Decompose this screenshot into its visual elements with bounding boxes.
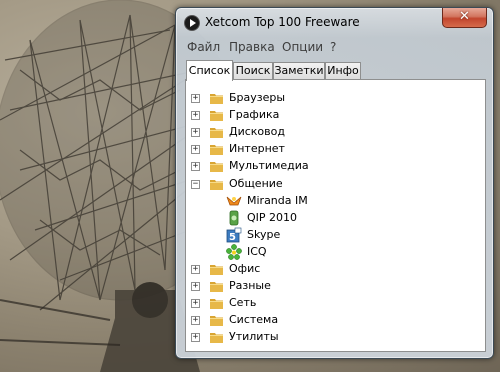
expand-toggle[interactable]: +	[191, 316, 200, 326]
icq-flower-icon	[226, 244, 242, 260]
tree-child-label: ICQ	[247, 244, 267, 258]
svg-text:5: 5	[229, 232, 236, 243]
qip-icon	[226, 210, 242, 226]
expand-toggle[interactable]: +	[191, 111, 200, 121]
tree-item[interactable]: + Графика	[186, 107, 485, 124]
menu-options[interactable]: Опции	[282, 40, 323, 54]
tree-item[interactable]: + Браузеры	[186, 90, 485, 107]
tree-item-label: Дисковод	[229, 125, 285, 139]
expand-toggle[interactable]: +	[191, 145, 200, 155]
tree-item-label: Система	[229, 313, 279, 327]
expand-toggle[interactable]: +	[191, 299, 200, 309]
app-window: Xetcom Top 100 Freeware ✕ Файл Правка Оп…	[175, 7, 494, 359]
miranda-icon	[226, 193, 242, 209]
tree-item[interactable]: + Мультимедиа	[186, 158, 485, 175]
tree-item-label: Сеть	[229, 296, 257, 310]
tree-child-item[interactable]: ICQ	[186, 244, 485, 261]
tree-panel: + Браузеры + Графика + Дисковод + Интернет + Муль…	[185, 79, 486, 352]
menu-edit[interactable]: Правка	[229, 40, 275, 54]
tab-notes[interactable]: Заметки	[273, 62, 325, 80]
tree-item-label: Мультимедиа	[229, 159, 309, 173]
folder-icon	[209, 279, 224, 294]
tree-item-label: Утилиты	[229, 330, 279, 344]
tab-list[interactable]: Список	[186, 60, 233, 81]
skype-icon: 5	[226, 227, 242, 243]
tree-item-label: Офис	[229, 262, 261, 275]
menu-help[interactable]: ?	[330, 40, 336, 54]
folder-icon	[209, 296, 224, 311]
folder-icon	[209, 262, 224, 277]
folder-icon	[209, 313, 224, 328]
collapse-toggle[interactable]: −	[191, 179, 200, 189]
tree-item[interactable]: + Разные	[186, 278, 485, 295]
expand-toggle[interactable]: +	[191, 94, 200, 103]
tree-item-label: Интернет	[229, 142, 285, 156]
tree-item-label: Общение	[229, 176, 283, 190]
folder-icon	[209, 142, 224, 157]
folder-icon	[209, 91, 224, 106]
expand-toggle[interactable]: +	[191, 162, 200, 172]
tab-search[interactable]: Поиск	[233, 62, 273, 80]
play-icon	[184, 15, 200, 31]
tree-item[interactable]: + Система	[186, 312, 485, 329]
folder-icon	[209, 330, 224, 345]
close-button[interactable]: ✕	[442, 8, 487, 28]
title-bar[interactable]: Xetcom Top 100 Freeware ✕	[176, 8, 493, 36]
tree-child-item[interactable]: Miranda IM	[186, 193, 485, 210]
tree-child-label: QIP 2010	[247, 210, 298, 224]
tree-item-label: Браузеры	[229, 91, 286, 104]
expand-toggle[interactable]: +	[191, 333, 200, 343]
tree-item[interactable]: + Интернет	[186, 141, 485, 158]
expand-toggle[interactable]: +	[191, 128, 200, 138]
category-tree: + Браузеры + Графика + Дисковод + Интернет + Муль…	[186, 80, 485, 351]
tree-item[interactable]: − Общение	[186, 176, 485, 193]
tree-child-item[interactable]: QIP 2010	[186, 210, 485, 227]
tree-item[interactable]: + Дисковод	[186, 124, 485, 141]
folder-icon	[209, 125, 224, 140]
window-title: Xetcom Top 100 Freeware	[205, 15, 360, 29]
tree-item[interactable]: + Утилиты	[186, 329, 485, 346]
tree-item-label: Графика	[229, 108, 280, 122]
tree-child-label: Miranda IM	[247, 193, 308, 207]
folder-icon	[209, 159, 224, 174]
tree-child-label: Skype	[247, 227, 281, 241]
tree-item[interactable]: + Сеть	[186, 295, 485, 312]
tree-item[interactable]: + Офис	[186, 261, 485, 278]
folder-icon	[209, 177, 224, 192]
folder-icon	[209, 108, 224, 123]
expand-toggle[interactable]: +	[191, 282, 200, 292]
expand-toggle[interactable]: +	[191, 265, 200, 274]
tree-child-item[interactable]: 5 Skype	[186, 227, 485, 244]
tree-item-label: Разные	[229, 279, 271, 293]
menu-file[interactable]: Файл	[187, 40, 220, 54]
tab-info[interactable]: Инфо	[325, 62, 361, 80]
